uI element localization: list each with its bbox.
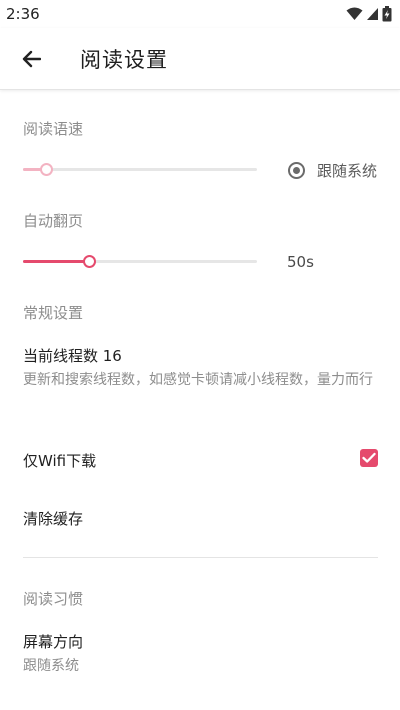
slider-fill — [23, 260, 89, 263]
section-header-auto-page: 自动翻页 — [23, 212, 84, 230]
wifi-only-checkbox[interactable] — [360, 449, 378, 467]
follow-system-label: 跟随系统 — [317, 162, 378, 180]
slider-thumb[interactable] — [82, 255, 96, 268]
status-time: 2:36 — [6, 5, 40, 23]
battery-charging-icon — [382, 6, 392, 22]
follow-system-radio[interactable] — [288, 162, 305, 179]
arrow-left-icon — [22, 50, 41, 68]
reading-speed-slider[interactable] — [23, 161, 257, 177]
status-icons — [346, 6, 392, 22]
app-bar: 阅读设置 — [0, 28, 400, 90]
wifi-only-label[interactable]: 仅Wifi下载 — [23, 450, 96, 471]
auto-page-value: 50s — [287, 253, 314, 271]
slider-thumb[interactable] — [40, 163, 54, 176]
divider — [23, 557, 378, 558]
signal-icon — [367, 8, 378, 20]
wifi-icon — [346, 7, 363, 20]
screen-orientation-title[interactable]: 屏幕方向 — [23, 631, 83, 652]
follow-system-option[interactable]: 跟随系统 — [288, 160, 377, 181]
clear-cache-item[interactable]: 清除缓存 — [23, 508, 83, 529]
checkmark-icon — [362, 452, 376, 463]
section-header-reading-habits: 阅读习惯 — [23, 590, 84, 608]
thread-count-summary: 更新和搜索线程数，如感觉卡顿请减小线程数，量力而行 — [23, 372, 373, 388]
slider-track — [23, 168, 257, 171]
auto-page-slider[interactable] — [23, 253, 257, 269]
section-header-reading-speed: 阅读语速 — [23, 120, 84, 138]
thread-count-title[interactable]: 当前线程数 16 — [23, 345, 122, 366]
screen-orientation-summary: 跟随系统 — [23, 658, 79, 674]
section-header-general: 常规设置 — [23, 304, 84, 322]
status-bar: 2:36 — [0, 0, 400, 28]
back-button[interactable] — [16, 44, 46, 74]
page-title: 阅读设置 — [80, 48, 168, 72]
